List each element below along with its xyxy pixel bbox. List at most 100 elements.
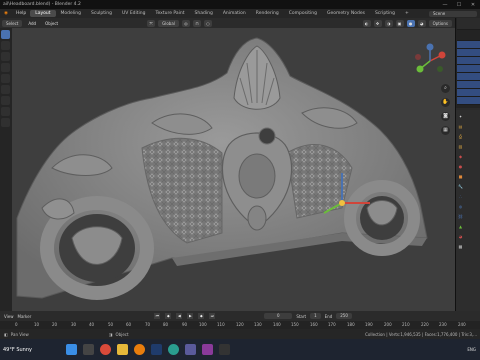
mode-dropdown[interactable]: Select xyxy=(2,19,23,27)
photoshop-icon[interactable] xyxy=(151,344,162,355)
particles-props-icon[interactable]: ∴ xyxy=(457,193,464,200)
annotate-tool-icon[interactable] xyxy=(1,96,10,105)
app-icon[interactable] xyxy=(202,344,213,355)
outliner-row[interactable] xyxy=(457,41,480,49)
shading-material-icon[interactable]: ◕ xyxy=(417,19,426,27)
terminal-icon[interactable] xyxy=(219,344,230,355)
prev-key-icon[interactable]: ◆ xyxy=(165,313,172,319)
current-frame-field[interactable]: 0 xyxy=(264,313,293,319)
store-icon[interactable] xyxy=(185,344,196,355)
file-explorer-icon[interactable] xyxy=(117,344,128,355)
tab-shading[interactable]: Shading xyxy=(190,10,218,17)
ruler-tick: 240 xyxy=(458,322,466,327)
material-props-icon[interactable]: ◕ xyxy=(457,233,464,240)
rotate-tool-icon[interactable] xyxy=(1,63,10,72)
tab-layout[interactable]: Layout xyxy=(30,10,56,17)
timeline-marker-menu[interactable]: Marker xyxy=(18,314,32,319)
physics-props-icon[interactable]: ◍ xyxy=(457,203,464,210)
output-props-icon[interactable]: ⎙ xyxy=(457,133,464,140)
xray-icon[interactable]: ▣ xyxy=(395,19,404,27)
transform-tool-icon[interactable] xyxy=(1,85,10,94)
render-props-icon[interactable]: ▤ xyxy=(457,123,464,130)
system-tray-language[interactable]: ENG xyxy=(467,347,480,352)
cursor-tool-icon[interactable] xyxy=(1,41,10,50)
add-menu[interactable]: Add xyxy=(25,20,39,27)
texture-props-icon[interactable]: ▩ xyxy=(457,243,464,250)
camera-view-icon[interactable]: ◙ xyxy=(441,112,450,121)
move-tool-icon[interactable] xyxy=(1,52,10,61)
tab-geometry-nodes[interactable]: Geometry Nodes xyxy=(322,10,370,17)
minimize-button[interactable]: — xyxy=(438,2,452,8)
timeline-view-menu[interactable]: View xyxy=(4,314,14,319)
status-bar: ◧ Pan View ◨ Object Collection | Verts:1… xyxy=(0,329,480,339)
next-key-icon[interactable]: ◆ xyxy=(198,313,205,319)
start-icon[interactable] xyxy=(66,344,77,355)
snap-icon[interactable]: ⊓ xyxy=(192,19,201,27)
zoom-icon[interactable]: ⌕ xyxy=(441,84,450,93)
jump-end-icon[interactable]: ⏭ xyxy=(209,313,216,319)
menu-help[interactable]: Help xyxy=(12,11,30,16)
start-frame-field[interactable]: 1 xyxy=(310,313,321,319)
proportional-icon[interactable]: ○ xyxy=(203,19,212,27)
measure-tool-icon[interactable] xyxy=(1,107,10,116)
gizmo-icon[interactable]: ✥ xyxy=(373,19,382,27)
outliner-row[interactable] xyxy=(457,81,480,89)
tab-texture-paint[interactable]: Texture Paint xyxy=(151,10,190,17)
outliner-row[interactable] xyxy=(457,73,480,81)
constraints-props-icon[interactable]: ⛓ xyxy=(457,213,464,220)
tab-uv-editing[interactable]: UV Editing xyxy=(117,10,150,17)
outliner-row[interactable] xyxy=(457,97,480,105)
tab-sculpting[interactable]: Sculpting xyxy=(86,10,117,17)
shading-solid-icon[interactable]: ● xyxy=(406,19,415,27)
add-cube-tool-icon[interactable] xyxy=(1,118,10,127)
play-reverse-icon[interactable]: ◀ xyxy=(176,313,183,319)
frame-ruler[interactable]: 0 10 20 30 40 50 60 70 80 90 100 110 120… xyxy=(0,321,480,329)
outliner-row[interactable] xyxy=(457,57,480,65)
navigation-gizmo[interactable] xyxy=(412,43,448,79)
play-icon[interactable]: ▶ xyxy=(187,313,194,319)
visibility-icon[interactable]: ◐ xyxy=(362,19,371,27)
outliner-row[interactable] xyxy=(457,30,480,41)
data-props-icon[interactable]: ▲ xyxy=(457,223,464,230)
start-label: Start xyxy=(296,313,307,319)
jump-start-icon[interactable]: ⏮ xyxy=(154,313,161,319)
3d-viewport[interactable]: ⌕ ✋ ◙ ▦ xyxy=(12,28,455,311)
object-props-icon[interactable]: ■ xyxy=(457,173,464,180)
options-dropdown[interactable]: Options xyxy=(428,19,452,27)
outliner-row[interactable] xyxy=(457,65,480,73)
close-button[interactable]: ✕ xyxy=(466,2,480,8)
scale-tool-icon[interactable] xyxy=(1,74,10,83)
pan-hand-icon[interactable]: ✋ xyxy=(441,98,450,107)
blender-logo-icon[interactable]: ◉ xyxy=(0,11,12,16)
tab-rendering[interactable]: Rendering xyxy=(251,10,284,17)
end-frame-field[interactable]: 250 xyxy=(336,313,352,319)
select-tool-icon[interactable] xyxy=(1,30,10,39)
pivot-icon[interactable]: ◎ xyxy=(181,19,190,27)
chrome-icon[interactable] xyxy=(100,344,111,355)
weather-widget[interactable]: 49°F Sunny xyxy=(0,347,63,353)
view-layer-props-icon[interactable]: ▨ xyxy=(457,143,464,150)
tab-modeling[interactable]: Modeling xyxy=(56,10,86,17)
outliner-row[interactable] xyxy=(457,89,480,97)
modifier-props-icon[interactable]: 🔧 xyxy=(457,183,464,190)
edge-icon[interactable] xyxy=(168,344,179,355)
tab-compositing[interactable]: Compositing xyxy=(284,10,322,17)
tab-scripting[interactable]: Scripting xyxy=(370,10,400,17)
tab-animation[interactable]: Animation xyxy=(218,10,251,17)
outliner-row[interactable] xyxy=(457,49,480,57)
tool-props-icon[interactable]: ✦ xyxy=(457,113,464,120)
scene-selector[interactable]: Scene xyxy=(429,10,477,17)
world-props-icon[interactable]: ● xyxy=(457,163,464,170)
perspective-grid-icon[interactable]: ▦ xyxy=(441,126,450,135)
add-workspace-button[interactable]: + xyxy=(400,10,414,17)
outliner-row[interactable] xyxy=(457,18,480,30)
orientation-dropdown[interactable]: Global xyxy=(158,19,179,27)
outliner[interactable] xyxy=(456,18,480,108)
scene-props-icon[interactable]: ◆ xyxy=(457,153,464,160)
transform-icon[interactable]: ⤧ xyxy=(147,19,156,27)
object-menu[interactable]: Object xyxy=(42,20,61,27)
search-icon[interactable] xyxy=(83,344,94,355)
blender-icon[interactable] xyxy=(134,344,145,355)
overlay-icon[interactable]: ◑ xyxy=(384,19,393,27)
maximize-button[interactable]: ☐ xyxy=(452,2,466,8)
